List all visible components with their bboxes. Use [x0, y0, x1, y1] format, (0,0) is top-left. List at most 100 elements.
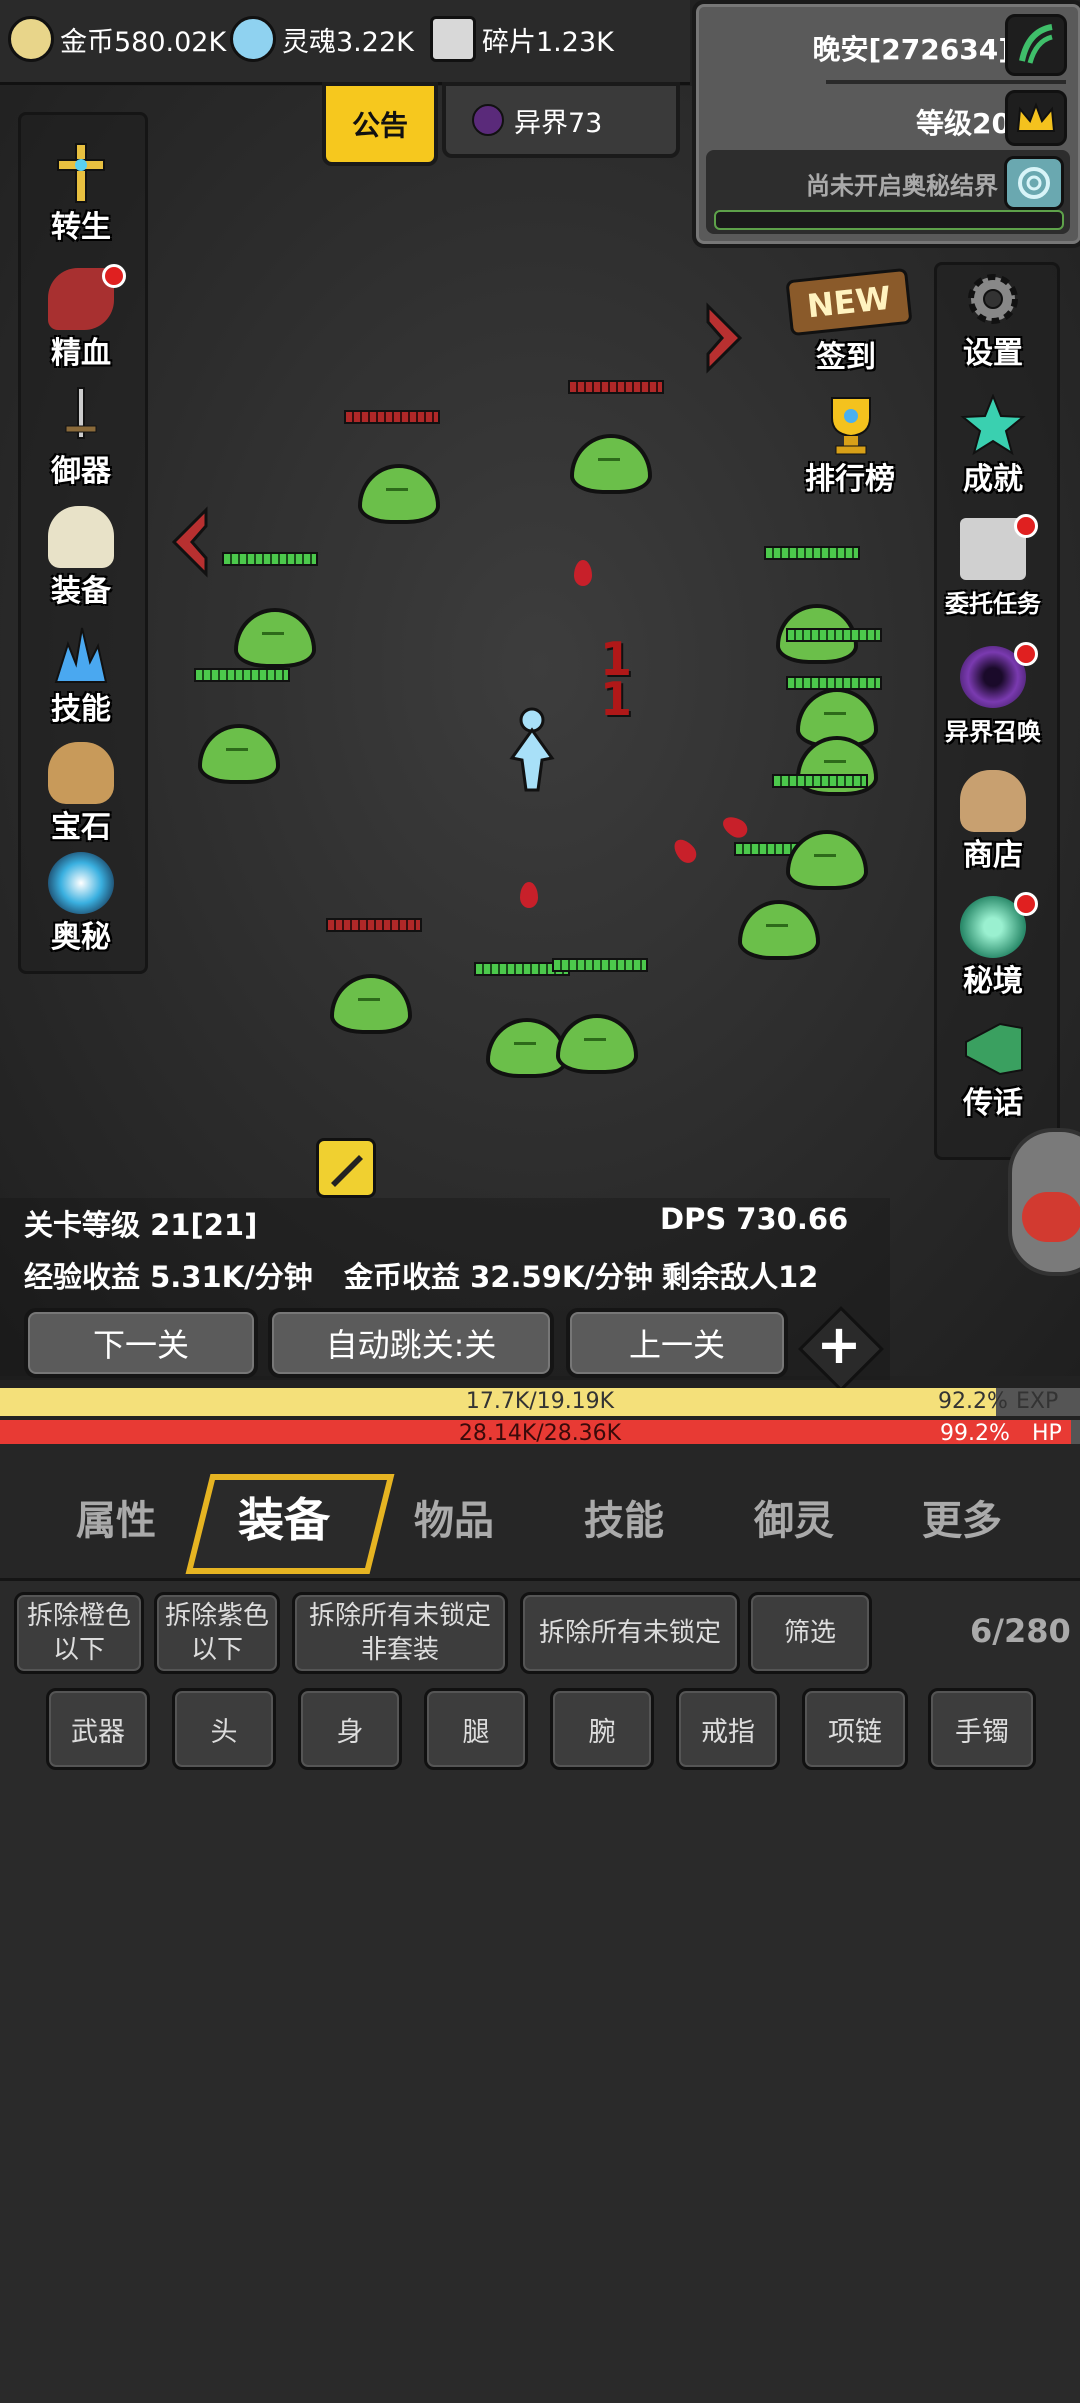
tab-attributes[interactable]: 属性: [76, 1488, 156, 1546]
dismantle-purple-button[interactable]: 拆除紫色 以下: [154, 1592, 280, 1674]
enemy-hp-bar: [772, 774, 868, 788]
blood-drop: [520, 882, 538, 908]
signin-button[interactable]: NEW 签到: [785, 262, 913, 375]
next-stage-button[interactable]: 下一关: [24, 1308, 258, 1378]
portal-icon: [1004, 156, 1064, 210]
notification-dot: [102, 264, 126, 288]
achievement-button[interactable]: 成就: [938, 388, 1048, 498]
shop-button[interactable]: 商店: [938, 764, 1048, 874]
tab-equipment[interactable]: 装备: [238, 1484, 330, 1550]
exp-percent: 92.2%: [938, 1389, 1008, 1414]
currency-bar: 金币580.02K 灵魂3.22K 碎片1.23K: [0, 0, 690, 85]
armor-icon: [48, 506, 114, 568]
notice-button[interactable]: 公告: [322, 82, 438, 166]
notification-dot: [1014, 514, 1038, 538]
realm-status-text: 尚未开启奥秘结界: [806, 172, 998, 200]
secret-realm-button[interactable]: 秘境: [938, 890, 1048, 1000]
gem-button[interactable]: 宝石: [26, 736, 136, 846]
tab-items[interactable]: 物品: [414, 1488, 494, 1546]
auto-skip-button[interactable]: 自动跳关:关: [268, 1308, 554, 1378]
gold-rate: 金币收益 32.59K/分钟: [344, 1260, 653, 1294]
realm-progress-bar: [714, 210, 1064, 230]
slot-necklace[interactable]: 项链: [802, 1688, 908, 1770]
realm-level-tab[interactable]: 异界73: [442, 82, 680, 158]
slot-weapon[interactable]: 武器: [46, 1688, 150, 1770]
soul-counter: 灵魂3.22K: [230, 14, 414, 64]
shard-counter: 碎片1.23K: [430, 14, 614, 64]
realm-icon: [472, 104, 504, 136]
class-icon: [1005, 14, 1067, 76]
slot-bracelet[interactable]: 手镯: [928, 1688, 1036, 1770]
enemy-hp-bar: [326, 918, 422, 932]
slot-wrist[interactable]: 腕: [550, 1688, 654, 1770]
exp-bar: 17.7K/19.19K 92.2% EXP: [0, 1388, 1080, 1416]
soul-icon: [230, 16, 276, 62]
settings-button[interactable]: 设置: [938, 262, 1048, 372]
damage-number: 1: [600, 672, 633, 726]
enemy-hp-bar: [786, 628, 882, 642]
vortex-icon: [48, 852, 114, 914]
horn-icon: [960, 1018, 1026, 1080]
prev-stage-button[interactable]: 上一关: [566, 1308, 788, 1378]
player-panel[interactable]: 晚安[272634] 等级20 尚未开启奥秘结界: [692, 0, 1080, 248]
enemy-hp-bar: [344, 410, 440, 424]
enemies-left: 剩余敌人12: [662, 1260, 819, 1294]
sword-icon: [48, 386, 114, 448]
stage-level: 关卡等级 21[21]: [24, 1208, 258, 1242]
dropped-item-icon[interactable]: [316, 1138, 376, 1198]
tab-more[interactable]: 更多: [922, 1488, 1002, 1546]
exp-label: EXP: [1016, 1389, 1059, 1414]
broadcast-button[interactable]: 传话: [938, 1012, 1048, 1122]
new-badge: NEW: [785, 267, 913, 337]
content-area: [0, 1578, 1080, 2403]
tab-spirits[interactable]: 御灵: [754, 1488, 834, 1546]
player-name: 晚安[272634]: [812, 33, 1012, 66]
gold-counter: 金币580.02K: [8, 14, 226, 64]
potion-button[interactable]: [1008, 1128, 1080, 1276]
dismantle-unlocked-nonset-button[interactable]: 拆除所有未锁定 非套装: [292, 1592, 508, 1674]
blood-drop: [574, 560, 592, 586]
enemy-hp-bar: [568, 380, 664, 394]
notification-dot: [1014, 642, 1038, 666]
trophy-icon: [818, 394, 884, 456]
hero-character: [504, 706, 560, 796]
shard-icon: [430, 16, 476, 62]
commission-button[interactable]: 委托任务: [938, 512, 1048, 622]
exp-rate: 经验收益 5.31K/分钟: [24, 1260, 313, 1294]
arcane-button[interactable]: 奥秘: [26, 846, 136, 956]
skill-button[interactable]: 技能: [26, 618, 136, 728]
divider: [826, 80, 1066, 84]
potion-icon: [1022, 1192, 1080, 1242]
arrow-left-icon[interactable]: [166, 506, 214, 582]
dismantle-unlocked-button[interactable]: 拆除所有未锁定: [520, 1592, 740, 1674]
slot-ring[interactable]: 戒指: [676, 1688, 780, 1770]
gear-icon: [960, 268, 1026, 330]
artifact-button[interactable]: 御器: [26, 380, 136, 490]
ice-crystal-icon: [48, 624, 114, 686]
dismantle-orange-button[interactable]: 拆除橙色 以下: [14, 1592, 144, 1674]
leaderboard-button[interactable]: 排行榜: [790, 388, 910, 498]
plus-icon: +: [816, 1313, 862, 1376]
vase-icon: [960, 770, 1026, 832]
enemy-hp-bar: [764, 546, 860, 560]
cross-icon: [48, 142, 114, 204]
summon-button[interactable]: 异界召唤: [938, 640, 1048, 750]
star-icon: [960, 393, 1026, 456]
arrow-right-icon[interactable]: [700, 302, 748, 378]
enemy-hp-bar: [552, 958, 648, 972]
filter-button[interactable]: 筛选: [748, 1592, 872, 1674]
realm-status-box: 尚未开启奥秘结界: [706, 150, 1070, 234]
player-level: 等级20: [916, 107, 1011, 140]
enemy-hp-bar: [194, 668, 290, 682]
slot-head[interactable]: 头: [172, 1688, 276, 1770]
equipment-button[interactable]: 装备: [26, 500, 136, 610]
gold-coin-icon: [8, 16, 54, 62]
tab-skills[interactable]: 技能: [584, 1488, 664, 1546]
notification-dot: [1014, 892, 1038, 916]
slot-legs[interactable]: 腿: [424, 1688, 528, 1770]
slot-body[interactable]: 身: [298, 1688, 402, 1770]
essence-button[interactable]: 精血: [26, 262, 136, 372]
inventory-count: 6/280: [970, 1612, 1071, 1650]
enemy-hp-bar: [222, 552, 318, 566]
rebirth-button[interactable]: 转生: [26, 136, 136, 246]
